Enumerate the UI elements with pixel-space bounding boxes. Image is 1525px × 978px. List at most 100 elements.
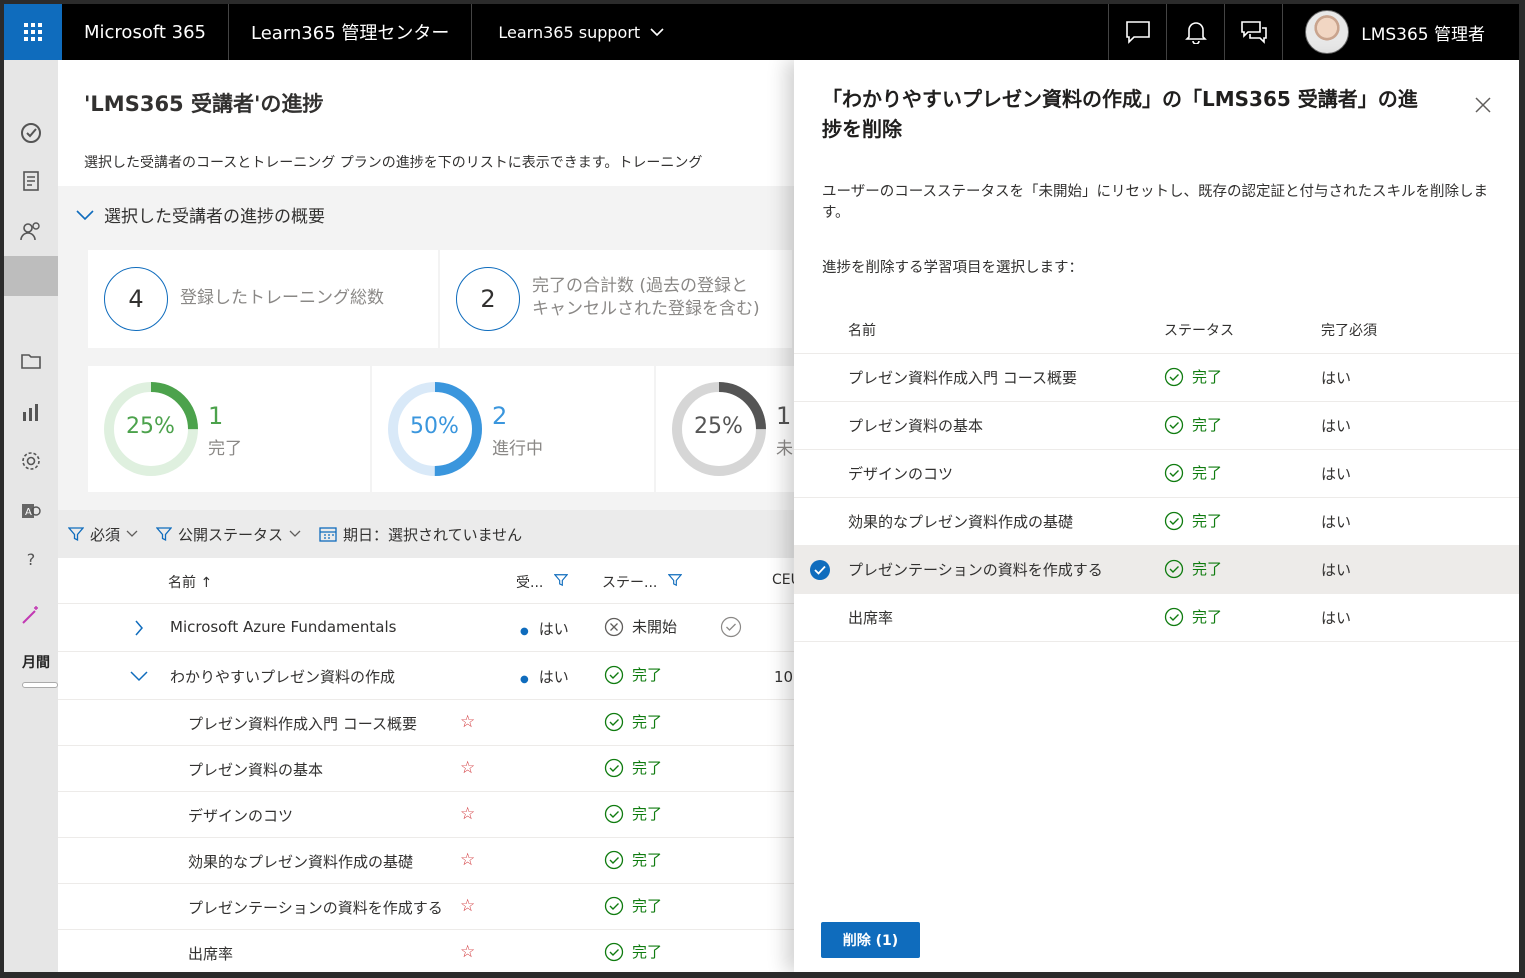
filter-icon: [553, 574, 569, 587]
column-header-ceu[interactable]: CEU: [772, 572, 794, 588]
check-circle-icon: [604, 758, 624, 777]
total-trainings-card: 4 登録したトレーニング総数: [88, 250, 438, 348]
wand-icon[interactable]: [20, 604, 42, 626]
donut-card-not-started: 25% 1 未: [656, 366, 794, 492]
donut-label: 進行中: [492, 439, 543, 459]
module-name[interactable]: 効果的なプレゼン資料作成の基礎: [188, 851, 413, 872]
summary-title: 選択した受講者の進捗の概要: [104, 207, 325, 227]
progress-grid: 名前 ↑ 受... ステー... CEU Microsoft Azure Fun…: [58, 558, 794, 972]
folder-icon[interactable]: [20, 350, 42, 372]
status-value: 未開始: [604, 616, 677, 637]
learning-item-row[interactable]: プレゼンテーションの資料を作成する 完了 はい: [794, 546, 1519, 594]
admin-center-title[interactable]: Learn365 管理センター: [229, 4, 473, 60]
help-icon[interactable]: ?: [20, 550, 42, 572]
course-name[interactable]: わかりやすいプレゼン資料の作成: [170, 666, 395, 687]
exchange-icon[interactable]: A: [20, 500, 42, 522]
publish-status-filter[interactable]: 公開ステータス: [156, 524, 301, 545]
top-bar: Microsoft 365 Learn365 管理センター Learn365 s…: [4, 4, 1519, 60]
table-row[interactable]: デザインのコツ ☆ 完了: [58, 792, 794, 838]
item-status-text: 完了: [1192, 416, 1223, 434]
delete-button[interactable]: 削除 (1): [821, 922, 920, 958]
module-name[interactable]: プレゼン資料作成入門 コース概要: [188, 713, 417, 734]
module-name[interactable]: デザインのコツ: [188, 805, 293, 826]
item-name: プレゼン資料作成入門 コース概要: [848, 369, 1078, 387]
check-circle-icon: [604, 804, 624, 823]
module-name[interactable]: 出席率: [188, 943, 233, 964]
summary-toggle[interactable]: 選択した受講者の進捗の概要: [76, 202, 325, 227]
status-text: 完了: [632, 897, 663, 915]
bullet-icon: ●: [520, 626, 529, 637]
users-icon[interactable]: [20, 220, 42, 242]
close-icon[interactable]: [1474, 96, 1492, 114]
due-date-filter[interactable]: 期日：選択されていません: [319, 524, 522, 545]
chevron-down-icon: [650, 28, 664, 37]
catalog-icon[interactable]: [20, 170, 42, 192]
module-name[interactable]: プレゼン資料の基本: [188, 759, 323, 780]
item-name: プレゼン資料の基本: [848, 417, 984, 435]
table-row[interactable]: プレゼン資料作成入門 コース概要 ☆ 完了: [58, 700, 794, 746]
status-value: 完了: [604, 711, 662, 732]
check-circle-icon: [1164, 559, 1184, 578]
user-menu[interactable]: LMS365 管理者: [1282, 4, 1519, 60]
item-status: 完了: [1164, 558, 1222, 579]
ceu-value: 10: [774, 668, 794, 686]
filter-icon: [667, 574, 683, 587]
completed-total-label-2: キャンセルされた登録を含む): [532, 299, 760, 319]
row-selected-check-icon[interactable]: [810, 560, 830, 580]
item-required: はい: [1321, 609, 1352, 627]
brand-link[interactable]: Microsoft 365: [62, 4, 229, 60]
nav-progress-bar: [22, 682, 58, 688]
course-name[interactable]: Microsoft Azure Fundamentals: [170, 618, 396, 636]
donut-count: 1: [208, 402, 224, 430]
item-status: 完了: [1164, 510, 1222, 531]
table-row[interactable]: Microsoft Azure Fundamentals ● はい 未開始: [58, 604, 794, 652]
learning-item-row[interactable]: 出席率 完了 はい: [794, 594, 1519, 642]
feedback-button[interactable]: [1108, 4, 1166, 60]
nav-selected-item[interactable]: [4, 256, 58, 296]
filter-bar: 必須 公開ステータス 期日：選択されていません: [58, 510, 794, 558]
module-name[interactable]: プレゼンテーションの資料を作成する: [188, 897, 443, 918]
status-text: 完了: [632, 851, 663, 869]
column-header-name[interactable]: 名前 ↑: [168, 572, 212, 592]
status-value: 完了: [604, 941, 662, 962]
table-row[interactable]: わかりやすいプレゼン資料の作成 ● はい 完了 10: [58, 652, 794, 700]
table-row[interactable]: プレゼン資料の基本 ☆ 完了: [58, 746, 794, 792]
gear-icon[interactable]: [20, 450, 42, 472]
notifications-button[interactable]: [1166, 4, 1224, 60]
column-header-status[interactable]: ステー...: [602, 572, 683, 592]
check-circle-icon: [604, 850, 624, 869]
required-star-icon: ☆: [460, 712, 476, 732]
learning-item-row[interactable]: デザインのコツ 完了 はい: [794, 450, 1519, 498]
app-window: Microsoft 365 Learn365 管理センター Learn365 s…: [4, 4, 1519, 972]
donut-label: 未: [776, 439, 793, 459]
status-text: 未開始: [632, 618, 678, 636]
learning-items-table: 名前 ステータス 完了必須 プレゼン資料作成入門 コース概要 完了 はい プレゼン資料…: [794, 304, 1519, 642]
required-filter[interactable]: 必須: [68, 524, 138, 545]
check-circle-icon[interactable]: [720, 616, 742, 638]
dashboard-icon[interactable]: [20, 122, 42, 144]
column-header-required[interactable]: 受...: [516, 572, 569, 592]
required-filter-label: 必須: [90, 525, 121, 544]
table-row[interactable]: プレゼンテーションの資料を作成する ☆ 完了: [58, 884, 794, 930]
chevron-right-icon[interactable]: [134, 620, 144, 636]
donut-card-in-progress: 50% 2 進行中: [372, 366, 654, 492]
whats-new-button[interactable]: [1224, 4, 1282, 60]
learning-item-row[interactable]: プレゼン資料作成入門 コース概要 完了 はい: [794, 354, 1519, 402]
publish-status-filter-label: 公開ステータス: [178, 525, 284, 544]
required-value: ● はい: [520, 666, 569, 687]
status-text: 完了: [632, 943, 663, 961]
chevron-down-icon[interactable]: [130, 670, 148, 682]
app-launcher-button[interactable]: [4, 4, 62, 60]
tenant-selector[interactable]: Learn365 support: [472, 4, 690, 60]
check-circle-icon: [604, 665, 624, 684]
required-star-icon: ☆: [460, 804, 476, 824]
learning-item-row[interactable]: 効果的なプレゼン資料作成の基礎 完了 はい: [794, 498, 1519, 546]
table-row[interactable]: 出席率 ☆ 完了: [58, 930, 794, 972]
item-status-text: 完了: [1192, 464, 1223, 482]
learning-item-row[interactable]: プレゼン資料の基本 完了 はい: [794, 402, 1519, 450]
table-row[interactable]: 効果的なプレゼン資料作成の基礎 ☆ 完了: [58, 838, 794, 884]
status-text: 完了: [632, 805, 663, 823]
waffle-icon: [24, 23, 42, 41]
reports-icon[interactable]: [20, 402, 42, 424]
status-text: 完了: [632, 666, 663, 684]
